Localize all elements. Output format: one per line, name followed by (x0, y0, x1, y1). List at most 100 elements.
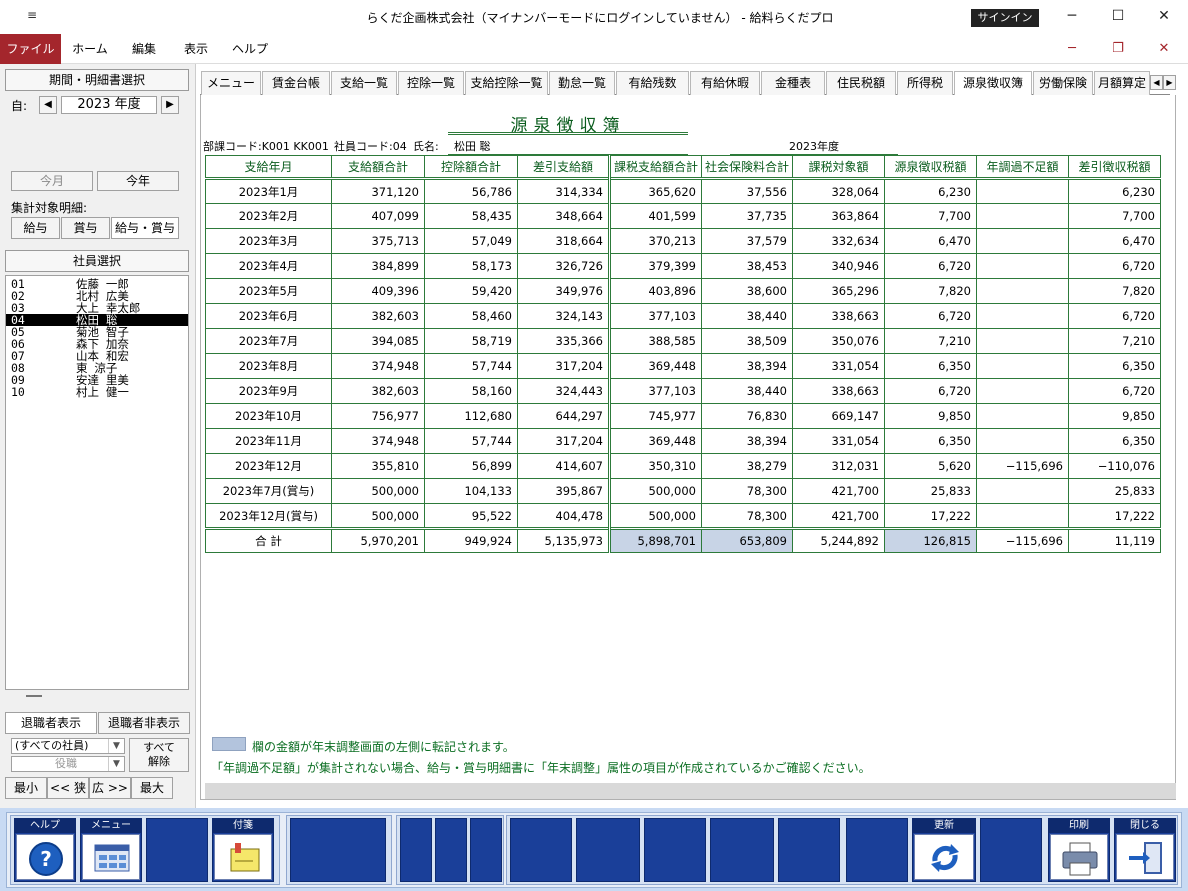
menu-help[interactable]: ヘルプ (226, 34, 274, 64)
tab-10[interactable]: 所得税 (897, 71, 953, 95)
table-row[interactable]: 2023年10月 756,977 112,680 644,297 745,977 76,8… (205, 403, 1161, 429)
total-row[interactable]: 合 計 5,970,201 949,924 5,135,973 5,898,701 653… (205, 527, 1161, 553)
print-button[interactable]: 印刷 (1048, 818, 1110, 882)
table-cell: 78,300 (701, 503, 793, 529)
table-cell: 2023年11月 (205, 428, 332, 454)
table-row[interactable]: 2023年7月(賞与) 500,000 104,133 395,867 500,000 7… (205, 478, 1161, 504)
close-icon[interactable]: ✕ (1141, 0, 1187, 32)
this-month-button[interactable]: 今月 (11, 171, 93, 191)
tab-3[interactable]: 控除一覧 (398, 71, 464, 95)
table-cell: 2023年2月 (205, 203, 332, 229)
target-both-button[interactable]: 給与・賞与 (111, 217, 179, 239)
tab-scroll-right-icon[interactable]: ▶ (1163, 75, 1176, 90)
tab-9[interactable]: 住民税額 (826, 71, 896, 95)
table-cell: 6,720 (1068, 303, 1161, 329)
size-max-button[interactable]: 最大 (131, 777, 173, 799)
tab-4[interactable]: 支給控除一覧 (465, 71, 548, 95)
prev-year-button[interactable]: ◀ (39, 96, 57, 114)
table-cell: 2023年6月 (205, 303, 332, 329)
splitter-handle[interactable] (26, 695, 42, 697)
column-header: 年調過不足額 (976, 155, 1069, 179)
update-button[interactable]: 更新 (912, 818, 976, 882)
tab-2[interactable]: 支給一覧 (331, 71, 397, 95)
mdi-minimize-icon[interactable]: ─ (1057, 40, 1087, 58)
table-row[interactable]: 2023年1月 371,120 56,786 314,334 365,620 37,556… (205, 177, 1161, 204)
tab-7[interactable]: 有給休暇 (690, 71, 760, 95)
mdi-close-icon[interactable]: ✕ (1149, 40, 1179, 58)
employee-row[interactable]: 10 村上 健一 (6, 386, 188, 398)
exit-door-icon (1116, 834, 1174, 880)
table-cell: 653,809 (701, 527, 793, 553)
table-row[interactable]: 2023年2月 407,099 58,435 348,664 401,599 37,735… (205, 203, 1161, 229)
menu-view[interactable]: 表示 (174, 34, 218, 64)
table-cell: 409,396 (331, 278, 425, 304)
chevron-down-icon[interactable]: ▼ (108, 739, 124, 753)
table-row[interactable]: 2023年6月 382,603 58,460 324,143 377,103 38,440… (205, 303, 1161, 329)
size-narrow-button[interactable]: << 狭 (47, 777, 89, 799)
sticky-note-icon (214, 834, 272, 880)
table-row[interactable]: 2023年3月 375,713 57,049 318,664 370,213 37,579… (205, 228, 1161, 254)
minimize-icon[interactable]: ─ (1049, 0, 1095, 32)
target-salary-button[interactable]: 給与 (11, 217, 60, 239)
next-year-button[interactable]: ▶ (161, 96, 179, 114)
table-cell: 104,133 (424, 478, 518, 504)
table-cell: −110,076 (1068, 453, 1161, 479)
table-cell: 6,350 (884, 353, 977, 379)
tab-8[interactable]: 金種表 (761, 71, 825, 95)
employee-filter-select[interactable]: (すべての社員) ▼ (11, 738, 125, 754)
maximize-icon[interactable]: ☐ (1095, 0, 1141, 32)
tab-scroll-left-icon[interactable]: ◀ (1150, 75, 1163, 90)
quick-access-icon[interactable]: ≡ (22, 8, 42, 26)
help-button[interactable]: ヘルプ ? (14, 818, 76, 882)
clear-all-button[interactable]: すべて 解除 (129, 738, 189, 772)
menu-button[interactable]: メニュー (80, 818, 142, 882)
table-cell: 2023年8月 (205, 353, 332, 379)
tab-12[interactable]: 労働保険 (1033, 71, 1093, 95)
menu-file[interactable]: ファイル (0, 34, 61, 64)
table-cell: 2023年12月(賞与) (205, 503, 332, 529)
table-row[interactable]: 2023年11月 374,948 57,744 317,204 369,448 38,39… (205, 428, 1161, 454)
table-cell: 37,556 (701, 177, 793, 204)
menu-edit[interactable]: 編集 (122, 34, 166, 64)
role-filter-select[interactable]: 役職 ▼ (11, 756, 125, 772)
show-retired-button[interactable]: 退職者表示 (5, 712, 97, 734)
tab-5[interactable]: 勤怠一覧 (549, 71, 615, 95)
table-row[interactable]: 2023年12月(賞与) 500,000 95,522 404,478 500,000 7… (205, 503, 1161, 529)
signin-button[interactable]: サインイン (971, 9, 1039, 27)
target-bonus-button[interactable]: 賞与 (61, 217, 110, 239)
hide-retired-button[interactable]: 退職者非表示 (98, 712, 190, 734)
table-cell: 365,296 (792, 278, 885, 304)
table-row[interactable]: 2023年7月 394,085 58,719 335,366 388,585 38,509… (205, 328, 1161, 354)
tab-13[interactable]: 月額算定 (1094, 71, 1150, 95)
table-cell: 38,453 (701, 253, 793, 279)
size-min-button[interactable]: 最小 (5, 777, 47, 799)
horizontal-scrollbar[interactable] (205, 783, 1176, 799)
size-wide-button[interactable]: 広 >> (89, 777, 131, 799)
document-title: 源泉徴収簿 (448, 111, 688, 136)
chevron-down-icon[interactable]: ▼ (108, 757, 124, 771)
table-row[interactable]: 2023年12月 355,810 56,899 414,607 350,310 38,27… (205, 453, 1161, 479)
menu-home[interactable]: ホーム (66, 34, 114, 64)
table-row[interactable]: 2023年8月 374,948 57,744 317,204 369,448 38,394… (205, 353, 1161, 379)
table-cell: 6,720 (1068, 378, 1161, 404)
table-cell (976, 203, 1069, 229)
tab-1[interactable]: 賃金台帳 (262, 71, 330, 95)
sticky-note-button[interactable]: 付箋 (212, 818, 274, 882)
table-cell (976, 353, 1069, 379)
table-cell: 401,599 (608, 203, 702, 229)
tab-0[interactable]: メニュー (201, 71, 261, 95)
table-cell (976, 478, 1069, 504)
table-row[interactable]: 2023年4月 384,899 58,173 326,726 379,399 38,453… (205, 253, 1161, 279)
column-header: 控除額合計 (424, 155, 518, 179)
close-button[interactable]: 閉じる (1114, 818, 1176, 882)
this-year-button[interactable]: 今年 (97, 171, 179, 191)
tab-11[interactable]: 源泉徴収簿 (954, 71, 1032, 96)
tab-6[interactable]: 有給残数 (616, 71, 689, 95)
table-cell: 2023年5月 (205, 278, 332, 304)
table-row[interactable]: 2023年9月 382,603 58,160 324,443 377,103 38,440… (205, 378, 1161, 404)
table-cell: 17,222 (884, 503, 977, 529)
table-cell: 58,719 (424, 328, 518, 354)
mdi-restore-icon[interactable]: ❐ (1103, 40, 1133, 58)
column-header: 差引徴収税額 (1068, 155, 1161, 179)
table-row[interactable]: 2023年5月 409,396 59,420 349,976 403,896 38,600… (205, 278, 1161, 304)
